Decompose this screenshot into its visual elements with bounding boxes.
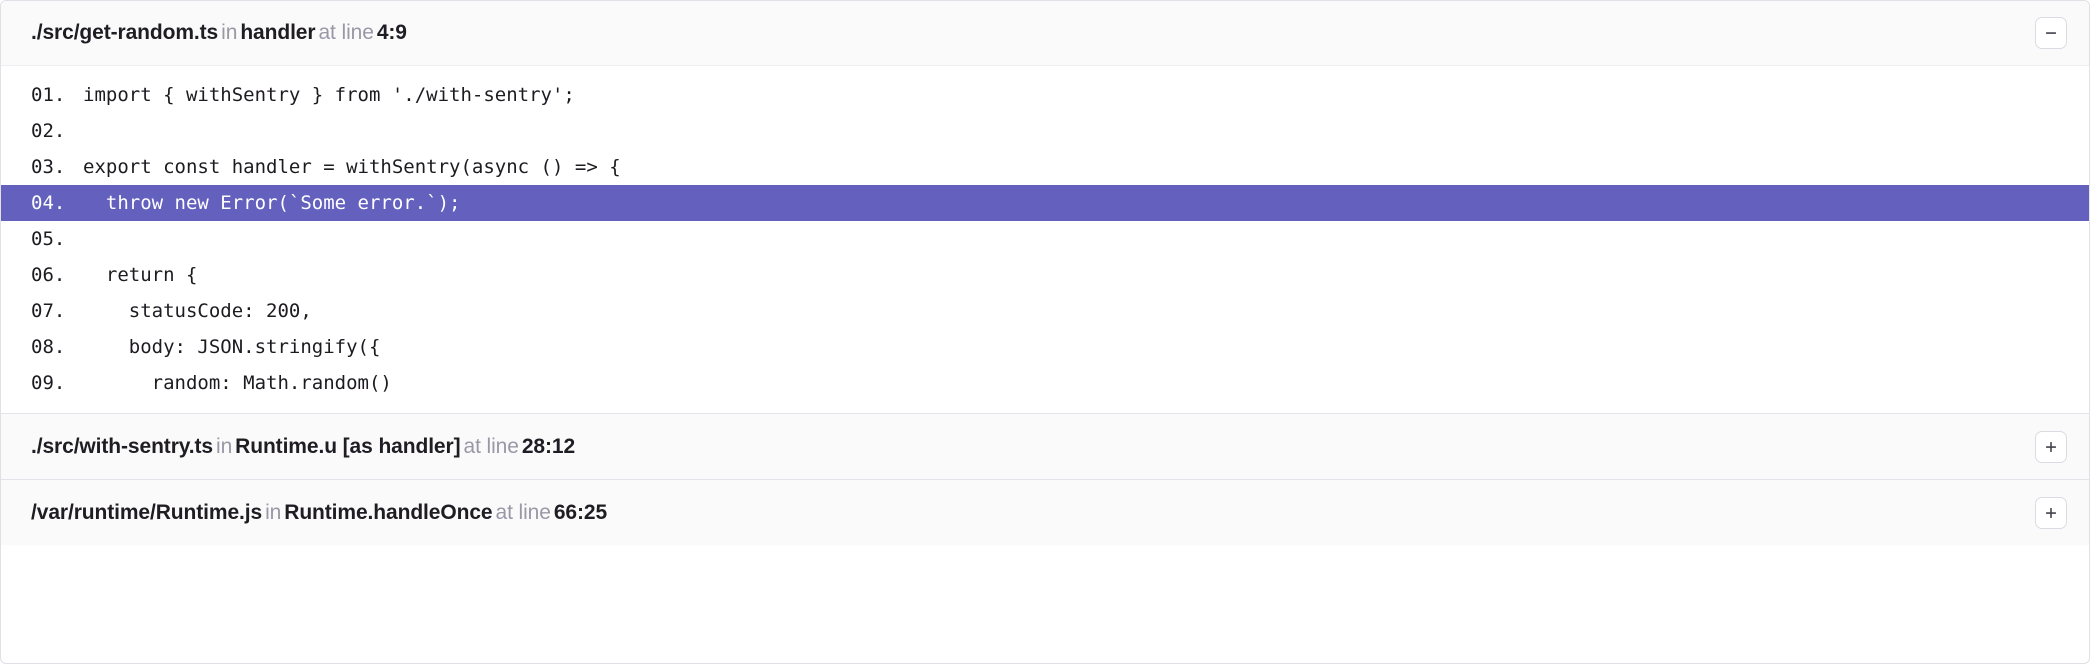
frame-line-number: 28:12 bbox=[521, 434, 576, 458]
code-line: 03. export const handler = withSentry(asy… bbox=[1, 149, 2089, 185]
code-line-number: 09. bbox=[31, 372, 66, 394]
frame-title: ./src/get-random.ts in handler at line 4:9 bbox=[31, 20, 407, 45]
frame-header-get-random[interactable]: ./src/get-random.ts in handler at line 4:9 bbox=[1, 1, 2089, 66]
frame-in-label: in bbox=[216, 434, 233, 458]
code-line-source: import { withSentry } from './with-sentr… bbox=[83, 84, 575, 106]
code-line-source: return { bbox=[83, 264, 198, 286]
frame-filename: ./src/get-random.ts bbox=[31, 21, 219, 45]
plus-icon bbox=[2044, 440, 2058, 454]
frame-at-line-label: at line bbox=[463, 434, 519, 458]
code-line-highlighted: 04. throw new Error(`Some error.`); bbox=[1, 185, 2089, 221]
code-line: 06. return { bbox=[1, 257, 2089, 293]
frame-in-label: in bbox=[265, 500, 282, 524]
stack-trace-panel: ./src/get-random.ts in handler at line 4:9 0… bbox=[0, 0, 2090, 664]
code-line-number: 03. bbox=[31, 156, 66, 178]
frame-header-with-sentry[interactable]: ./src/with-sentry.ts in Runtime.u [as hand… bbox=[1, 413, 2089, 479]
code-line-source: random: Math.random() bbox=[83, 372, 392, 394]
code-line: 08. body: JSON.stringify({ bbox=[1, 329, 2089, 365]
frame-filename: ./src/with-sentry.ts bbox=[31, 434, 213, 458]
collapse-frame-button[interactable] bbox=[2035, 17, 2067, 49]
frame-at-line-label: at line bbox=[495, 500, 551, 524]
code-block: 01. import { withSentry } from './with-se… bbox=[1, 66, 2089, 413]
code-line-number: 04. bbox=[31, 192, 66, 214]
minus-icon bbox=[2044, 26, 2058, 40]
code-line: 09. random: Math.random() bbox=[1, 365, 2089, 401]
code-line-source: body: JSON.stringify({ bbox=[83, 336, 381, 358]
frame-filename: /var/runtime/Runtime.js bbox=[31, 500, 263, 524]
frame-function-name: Runtime.u [as handler] bbox=[235, 434, 461, 458]
frame-title: ./src/with-sentry.ts in Runtime.u [as hand… bbox=[31, 434, 575, 459]
code-line: 07. statusCode: 200, bbox=[1, 293, 2089, 329]
frame-line-number: 66:25 bbox=[553, 500, 608, 524]
code-line-number: 05. bbox=[31, 228, 66, 250]
code-line: 02. bbox=[1, 113, 2089, 149]
frame-function-name: handler bbox=[240, 21, 316, 45]
code-line-source: statusCode: 200, bbox=[83, 300, 312, 322]
frame-function-name: Runtime.handleOnce bbox=[284, 500, 493, 524]
frame-in-label: in bbox=[221, 21, 238, 45]
frame-header-runtime-js[interactable]: /var/runtime/Runtime.js in Runtime.handleO… bbox=[1, 479, 2089, 545]
code-line-number: 07. bbox=[31, 300, 66, 322]
code-line-source: export const handler = withSentry(async … bbox=[83, 156, 621, 178]
code-line: 01. import { withSentry } from './with-se… bbox=[1, 77, 2089, 113]
code-line-number: 08. bbox=[31, 336, 66, 358]
code-line-source: throw new Error(`Some error.`); bbox=[83, 192, 461, 214]
frame-line-number: 4:9 bbox=[376, 21, 407, 45]
frame-at-line-label: at line bbox=[318, 21, 374, 45]
code-line-number: 01. bbox=[31, 84, 66, 106]
frame-title: /var/runtime/Runtime.js in Runtime.handleO… bbox=[31, 500, 607, 525]
code-line: 05. bbox=[1, 221, 2089, 257]
code-line-number: 02. bbox=[31, 120, 66, 142]
expand-frame-button[interactable] bbox=[2035, 430, 2067, 463]
plus-icon bbox=[2044, 506, 2058, 520]
expand-frame-button[interactable] bbox=[2035, 496, 2067, 529]
code-line-number: 06. bbox=[31, 264, 66, 286]
